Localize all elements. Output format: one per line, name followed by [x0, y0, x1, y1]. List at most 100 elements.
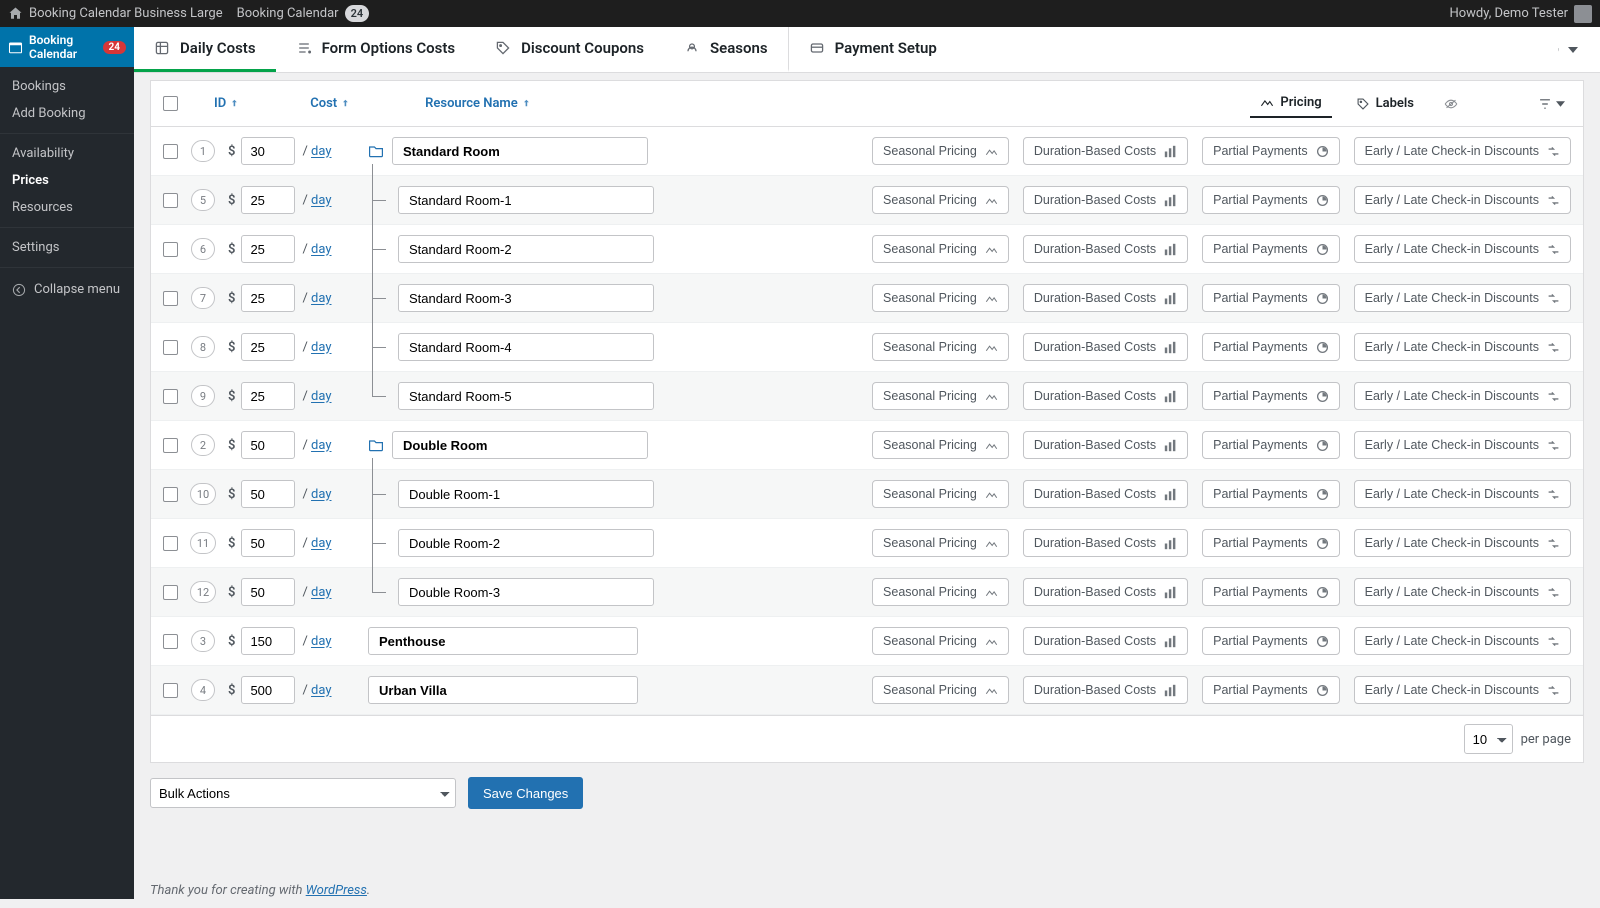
seasonal-pricing-button[interactable]: Seasonal Pricing	[872, 431, 1009, 459]
resource-name-input[interactable]	[368, 627, 638, 655]
checkin-discounts-button[interactable]: Early / Late Check-in Discounts	[1354, 529, 1571, 557]
adminbar-account[interactable]: Howdy, Demo Tester	[1449, 5, 1592, 23]
per-unit-link[interactable]: day	[311, 536, 331, 551]
checkin-discounts-button[interactable]: Early / Late Check-in Discounts	[1354, 676, 1571, 704]
select-all-checkbox[interactable]	[163, 96, 178, 111]
duration-costs-button[interactable]: Duration-Based Costs	[1023, 578, 1188, 606]
checkin-discounts-button[interactable]: Early / Late Check-in Discounts	[1354, 284, 1571, 312]
row-checkbox[interactable]	[163, 242, 178, 257]
seasonal-pricing-button[interactable]: Seasonal Pricing	[872, 186, 1009, 214]
row-checkbox[interactable]	[163, 438, 178, 453]
resource-name-input[interactable]	[398, 284, 654, 312]
resource-name-input[interactable]	[398, 382, 654, 410]
duration-costs-button[interactable]: Duration-Based Costs	[1023, 137, 1188, 165]
seasonal-pricing-button[interactable]: Seasonal Pricing	[872, 137, 1009, 165]
col-header-cost[interactable]: Cost	[310, 96, 353, 111]
tabs-more-menu[interactable]	[1552, 36, 1584, 64]
duration-costs-button[interactable]: Duration-Based Costs	[1023, 480, 1188, 508]
cost-input[interactable]	[241, 529, 295, 557]
resource-name-input[interactable]	[398, 333, 654, 361]
resource-name-input[interactable]	[398, 529, 654, 557]
adminbar-home[interactable]: Booking Calendar Business Large	[8, 6, 223, 21]
row-checkbox[interactable]	[163, 634, 178, 649]
resource-name-input[interactable]	[398, 235, 654, 263]
sidebar-item-resources[interactable]: Resources	[0, 194, 134, 221]
per-unit-link[interactable]: day	[311, 193, 331, 208]
partial-payments-button[interactable]: Partial Payments	[1202, 333, 1339, 361]
partial-payments-button[interactable]: Partial Payments	[1202, 284, 1339, 312]
header-tab-labels[interactable]: Labels	[1346, 90, 1424, 117]
duration-costs-button[interactable]: Duration-Based Costs	[1023, 382, 1188, 410]
seasonal-pricing-button[interactable]: Seasonal Pricing	[872, 676, 1009, 704]
row-checkbox[interactable]	[163, 340, 178, 355]
row-checkbox[interactable]	[163, 487, 178, 502]
per-unit-link[interactable]: day	[311, 242, 331, 257]
tab-daily-costs[interactable]: Daily Costs	[134, 27, 276, 72]
col-header-resource[interactable]: Resource Name	[425, 96, 534, 111]
seasonal-pricing-button[interactable]: Seasonal Pricing	[872, 578, 1009, 606]
duration-costs-button[interactable]: Duration-Based Costs	[1023, 627, 1188, 655]
duration-costs-button[interactable]: Duration-Based Costs	[1023, 529, 1188, 557]
adminbar-plugin[interactable]: Booking Calendar 24	[237, 5, 370, 22]
checkin-discounts-button[interactable]: Early / Late Check-in Discounts	[1354, 137, 1571, 165]
resource-name-input[interactable]	[398, 578, 654, 606]
partial-payments-button[interactable]: Partial Payments	[1202, 186, 1339, 214]
cost-input[interactable]	[241, 235, 295, 263]
row-checkbox[interactable]	[163, 536, 178, 551]
row-checkbox[interactable]	[163, 291, 178, 306]
partial-payments-button[interactable]: Partial Payments	[1202, 235, 1339, 263]
duration-costs-button[interactable]: Duration-Based Costs	[1023, 284, 1188, 312]
per-unit-link[interactable]: day	[311, 438, 331, 453]
per-unit-link[interactable]: day	[311, 144, 331, 159]
duration-costs-button[interactable]: Duration-Based Costs	[1023, 186, 1188, 214]
sidebar-item-settings[interactable]: Settings	[0, 234, 134, 261]
partial-payments-button[interactable]: Partial Payments	[1202, 431, 1339, 459]
tab-form-options-costs[interactable]: Form Options Costs	[276, 27, 476, 72]
resource-name-input[interactable]	[398, 186, 654, 214]
duration-costs-button[interactable]: Duration-Based Costs	[1023, 333, 1188, 361]
partial-payments-button[interactable]: Partial Payments	[1202, 578, 1339, 606]
checkin-discounts-button[interactable]: Early / Late Check-in Discounts	[1354, 382, 1571, 410]
wordpress-link[interactable]: WordPress	[306, 883, 367, 898]
header-tab-pricing[interactable]: Pricing	[1250, 89, 1331, 118]
cost-input[interactable]	[241, 186, 295, 214]
cost-input[interactable]	[241, 676, 295, 704]
seasonal-pricing-button[interactable]: Seasonal Pricing	[872, 333, 1009, 361]
col-header-id[interactable]: ID	[214, 96, 242, 111]
resource-name-input[interactable]	[368, 676, 638, 704]
per-unit-link[interactable]: day	[311, 634, 331, 649]
cost-input[interactable]	[241, 382, 295, 410]
tab-payment-setup[interactable]: Payment Setup	[789, 27, 957, 72]
per-unit-link[interactable]: day	[311, 487, 331, 502]
resource-name-input[interactable]	[392, 137, 648, 165]
checkin-discounts-button[interactable]: Early / Late Check-in Discounts	[1354, 480, 1571, 508]
per-unit-link[interactable]: day	[311, 683, 331, 698]
row-checkbox[interactable]	[163, 193, 178, 208]
row-checkbox[interactable]	[163, 144, 178, 159]
partial-payments-button[interactable]: Partial Payments	[1202, 529, 1339, 557]
sidebar-item-availability[interactable]: Availability	[0, 140, 134, 167]
seasonal-pricing-button[interactable]: Seasonal Pricing	[872, 382, 1009, 410]
resource-name-input[interactable]	[398, 480, 654, 508]
cost-input[interactable]	[241, 480, 295, 508]
per-unit-link[interactable]: day	[311, 340, 331, 355]
duration-costs-button[interactable]: Duration-Based Costs	[1023, 431, 1188, 459]
sidebar-item-prices[interactable]: Prices	[0, 167, 134, 194]
partial-payments-button[interactable]: Partial Payments	[1202, 676, 1339, 704]
per-unit-link[interactable]: day	[311, 389, 331, 404]
checkin-discounts-button[interactable]: Early / Late Check-in Discounts	[1354, 186, 1571, 214]
per-unit-link[interactable]: day	[311, 291, 331, 306]
partial-payments-button[interactable]: Partial Payments	[1202, 382, 1339, 410]
seasonal-pricing-button[interactable]: Seasonal Pricing	[872, 627, 1009, 655]
duration-costs-button[interactable]: Duration-Based Costs	[1023, 676, 1188, 704]
cost-input[interactable]	[241, 627, 295, 655]
checkin-discounts-button[interactable]: Early / Late Check-in Discounts	[1354, 627, 1571, 655]
header-tab-hidden[interactable]	[1438, 91, 1464, 117]
duration-costs-button[interactable]: Duration-Based Costs	[1023, 235, 1188, 263]
partial-payments-button[interactable]: Partial Payments	[1202, 627, 1339, 655]
sidebar-item-bookings[interactable]: Bookings	[0, 73, 134, 100]
sidebar-item-add-booking[interactable]: Add Booking	[0, 100, 134, 127]
seasonal-pricing-button[interactable]: Seasonal Pricing	[872, 529, 1009, 557]
partial-payments-button[interactable]: Partial Payments	[1202, 480, 1339, 508]
tab-seasons[interactable]: Seasons	[664, 27, 789, 72]
